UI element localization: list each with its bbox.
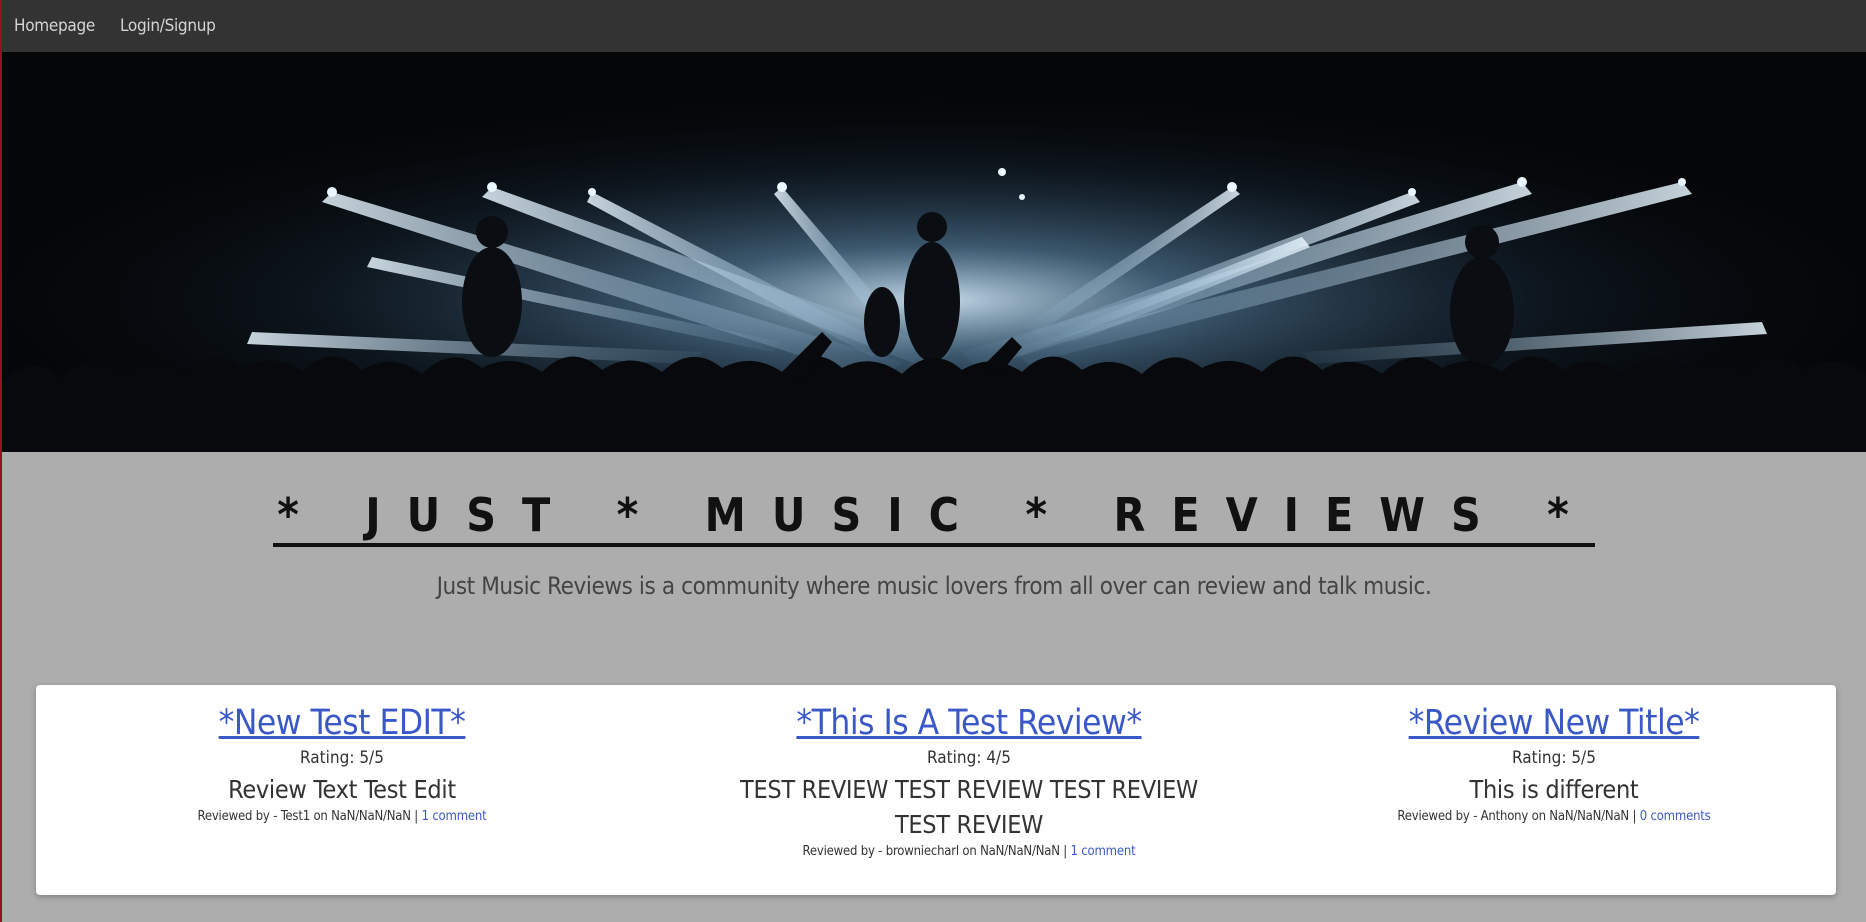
reviews-panel: *New Test EDIT* Rating: 5/5 Review Text … xyxy=(36,685,1836,895)
review-rating: Rating: 5/5 xyxy=(1512,748,1596,768)
review-card: *This Is A Test Review* Rating: 4/5 TEST… xyxy=(658,703,1280,859)
review-meta-text: Reviewed by - Anthony on NaN/NaN/NaN | xyxy=(1397,809,1640,824)
review-text: This is different xyxy=(1469,775,1639,804)
nav-login-signup-link[interactable]: Login/Signup xyxy=(120,16,216,36)
review-card: *Review New Title* Rating: 5/5 This is d… xyxy=(1248,703,1860,824)
site-tagline: Just Music Reviews is a community where … xyxy=(436,572,1432,600)
review-meta: Reviewed by - Test1 on NaN/NaN/NaN | 1 c… xyxy=(36,809,648,824)
nav-homepage-link[interactable]: Homepage xyxy=(14,16,95,36)
review-meta: Reviewed by - Anthony on NaN/NaN/NaN | 0… xyxy=(1248,809,1860,824)
review-title-link[interactable]: *New Test EDIT* xyxy=(219,703,466,743)
hero-banner-image xyxy=(2,52,1866,452)
review-comments-link[interactable]: 1 comment xyxy=(1071,844,1136,859)
site-title-wrapper: * JUST * MUSIC * REVIEWS * xyxy=(2,491,1866,547)
review-title-link[interactable]: *This Is A Test Review* xyxy=(796,703,1142,743)
review-meta: Reviewed by - browniecharl on NaN/NaN/Na… xyxy=(658,844,1280,859)
review-text: TEST REVIEW TEST REVIEW TEST REVIEW TEST… xyxy=(740,775,1198,839)
review-meta-text: Reviewed by - Test1 on NaN/NaN/NaN | xyxy=(197,809,422,824)
review-card: *New Test EDIT* Rating: 5/5 Review Text … xyxy=(36,703,648,824)
review-title-link[interactable]: *Review New Title* xyxy=(1409,703,1700,743)
top-navbar: Homepage Login/Signup xyxy=(2,0,1866,52)
review-comments-link[interactable]: 0 comments xyxy=(1640,809,1711,824)
review-text: Review Text Test Edit xyxy=(228,775,456,804)
concert-stage-image xyxy=(2,52,1866,452)
site-title: * JUST * MUSIC * REVIEWS * xyxy=(273,491,1595,547)
review-comments-link[interactable]: 1 comment xyxy=(422,809,487,824)
review-rating: Rating: 4/5 xyxy=(927,748,1011,768)
review-meta-text: Reviewed by - browniecharl on NaN/NaN/Na… xyxy=(802,844,1071,859)
review-rating: Rating: 5/5 xyxy=(300,748,384,768)
